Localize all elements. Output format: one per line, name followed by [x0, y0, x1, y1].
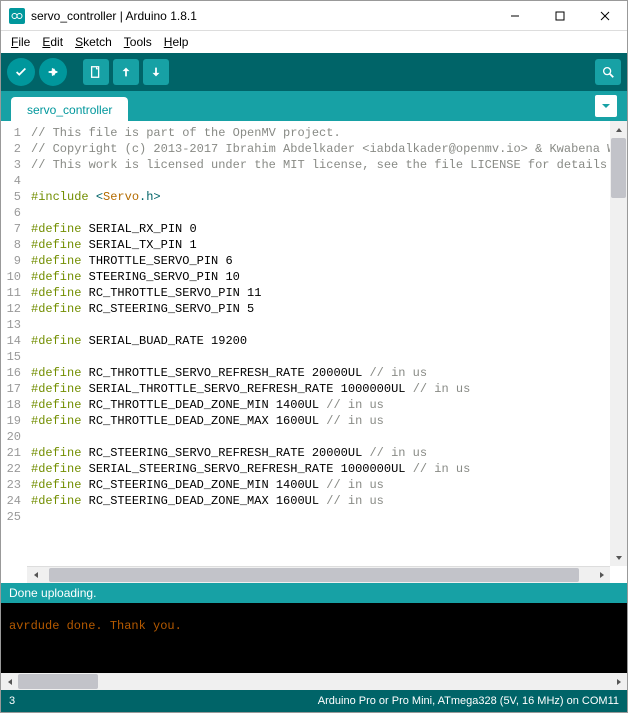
upload-button[interactable]	[39, 58, 67, 86]
vertical-scroll-thumb[interactable]	[611, 138, 626, 198]
editor-container: 1234567891011121314151617181920212223242…	[1, 121, 627, 583]
menu-help[interactable]: Help	[158, 33, 195, 51]
titlebar: servo_controller | Arduino 1.8.1	[1, 1, 627, 31]
horizontal-scroll-thumb[interactable]	[49, 568, 579, 582]
horizontal-scrollbar[interactable]	[27, 566, 610, 583]
code-editor[interactable]: 1234567891011121314151617181920212223242…	[1, 121, 627, 566]
line-numbers: 1234567891011121314151617181920212223242…	[1, 121, 27, 566]
new-button[interactable]	[83, 59, 109, 85]
menu-file[interactable]: File	[5, 33, 36, 51]
status-strip: Done uploading.	[1, 583, 627, 603]
close-button[interactable]	[582, 1, 627, 30]
console[interactable]: avrdude done. Thank you.	[1, 603, 627, 673]
board-info: Arduino Pro or Pro Mini, ATmega328 (5V, …	[318, 695, 619, 707]
app-icon	[9, 8, 25, 24]
scroll-down-button[interactable]	[610, 549, 627, 566]
open-button[interactable]	[113, 59, 139, 85]
tabbar: servo_controller	[1, 91, 627, 121]
window-title: servo_controller | Arduino 1.8.1	[31, 9, 492, 23]
toolbar	[1, 53, 627, 91]
vertical-scrollbar[interactable]	[610, 121, 627, 566]
tab-active[interactable]: servo_controller	[11, 97, 128, 121]
menu-tools[interactable]: Tools	[118, 33, 158, 51]
console-horizontal-scrollbar[interactable]	[1, 673, 627, 690]
maximize-button[interactable]	[537, 1, 582, 30]
cursor-line: 3	[9, 695, 15, 707]
scroll-right-button[interactable]	[593, 567, 610, 583]
console-text: avrdude done. Thank you.	[9, 619, 619, 633]
scroll-up-button[interactable]	[610, 121, 627, 138]
console-scroll-thumb[interactable]	[18, 674, 98, 689]
menubar: File Edit Sketch Tools Help	[1, 31, 627, 53]
window-controls	[492, 1, 627, 30]
scroll-left-button[interactable]	[27, 567, 44, 583]
bottombar: 3 Arduino Pro or Pro Mini, ATmega328 (5V…	[1, 690, 627, 712]
menu-edit[interactable]: Edit	[36, 33, 69, 51]
code-area[interactable]: // This file is part of the OpenMV proje…	[27, 121, 610, 566]
menu-file-label: File	[11, 35, 30, 49]
verify-button[interactable]	[7, 58, 35, 86]
menu-sketch[interactable]: Sketch	[69, 33, 118, 51]
save-button[interactable]	[143, 59, 169, 85]
console-scroll-right-button[interactable]	[610, 673, 627, 690]
minimize-button[interactable]	[492, 1, 537, 30]
tab-menu-button[interactable]	[595, 95, 617, 117]
serial-monitor-button[interactable]	[595, 59, 621, 85]
status-message: Done uploading.	[9, 586, 96, 600]
console-scroll-left-button[interactable]	[1, 673, 18, 690]
